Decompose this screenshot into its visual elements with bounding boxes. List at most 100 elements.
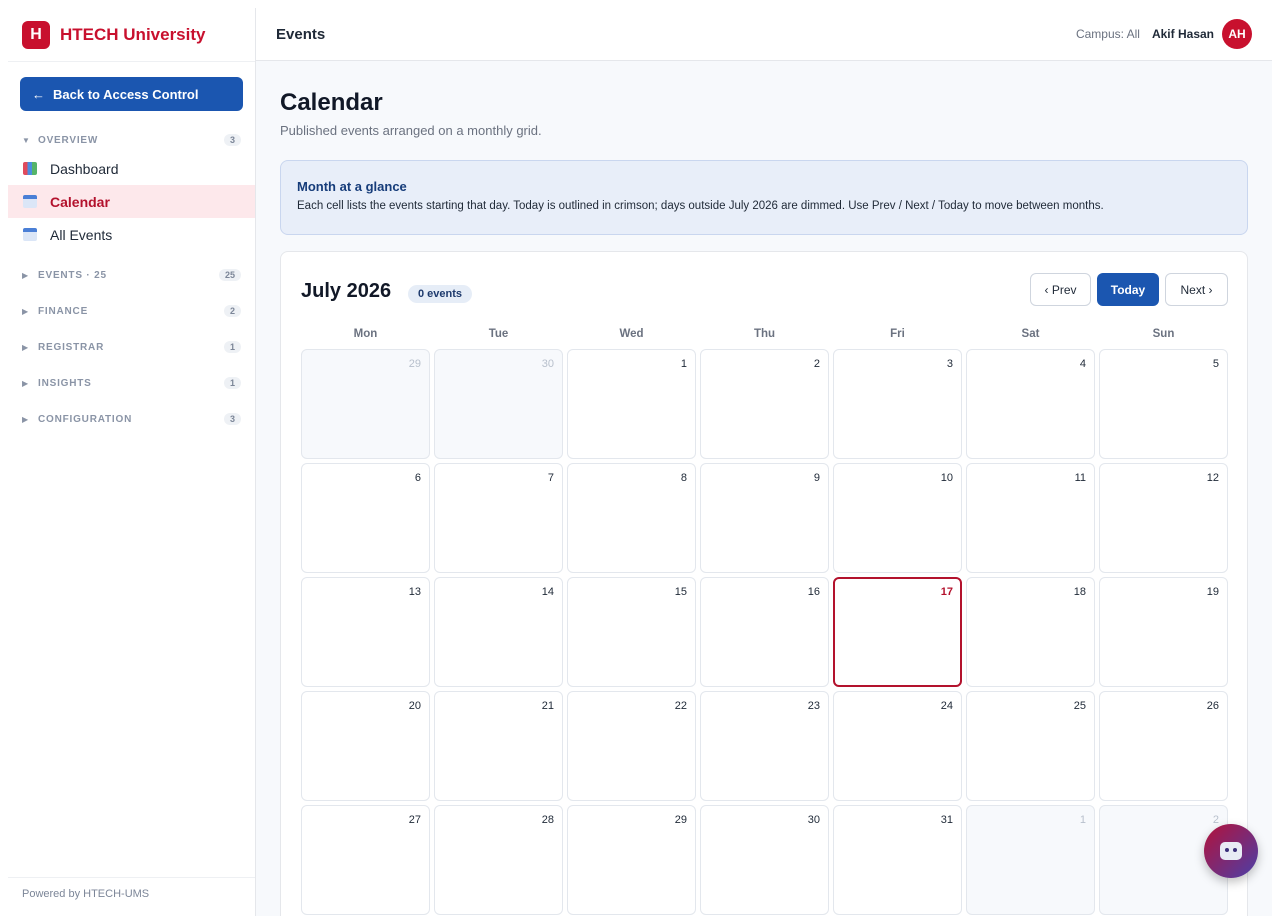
calendar-day[interactable]: 19 xyxy=(1099,577,1228,687)
day-number: 26 xyxy=(1206,700,1219,712)
day-number: 4 xyxy=(1079,358,1086,370)
calendar-day[interactable]: 25 xyxy=(966,691,1095,801)
calendar-day[interactable]: 27 xyxy=(301,805,430,915)
section-count: 1 xyxy=(223,377,241,389)
day-number: 16 xyxy=(807,586,820,598)
calendar-day[interactable]: 10 xyxy=(833,463,962,573)
day-number: 17 xyxy=(940,586,953,598)
calendar-day[interactable]: 8 xyxy=(567,463,696,573)
page-title: Calendar xyxy=(280,89,383,116)
brand[interactable]: H HTECH University xyxy=(8,8,255,62)
day-number: 3 xyxy=(946,358,953,370)
day-number: 22 xyxy=(674,700,687,712)
section-registrar[interactable]: ▶ REGISTRAR 1 xyxy=(8,335,255,359)
calendar-day[interactable]: 29 xyxy=(567,805,696,915)
back-button-label: Back to Access Control xyxy=(53,86,199,102)
calendar-day[interactable]: 6 xyxy=(301,463,430,573)
section-label: INSIGHTS xyxy=(38,377,92,389)
calendar-day[interactable]: 15 xyxy=(567,577,696,687)
next-month-button[interactable]: Next › xyxy=(1165,273,1228,306)
section-configuration[interactable]: ▶ CONFIGURATION 3 xyxy=(8,407,255,431)
weekday-header: Tue xyxy=(488,328,509,340)
calendar-day[interactable]: 13 xyxy=(301,577,430,687)
calendar-day[interactable]: 9 xyxy=(700,463,829,573)
day-number: 5 xyxy=(1212,358,1219,370)
calendar-day[interactable]: 26 xyxy=(1099,691,1228,801)
calendar-day[interactable]: 21 xyxy=(434,691,563,801)
calendar-day-today[interactable]: 17 xyxy=(833,577,962,687)
calendar-day[interactable]: 31 xyxy=(833,805,962,915)
section-overview[interactable]: ▼ OVERVIEW 3 xyxy=(8,128,255,152)
calendar-day[interactable]: 5 xyxy=(1099,349,1228,459)
day-number: 9 xyxy=(813,472,820,484)
day-number: 2 xyxy=(813,358,820,370)
day-number: 27 xyxy=(408,814,421,826)
calendar-day[interactable]: 4 xyxy=(966,349,1095,459)
day-number: 29 xyxy=(674,814,687,826)
calendar-card: July 2026 0 events ‹ Prev Today Next › M… xyxy=(280,251,1248,916)
section-label: OVERVIEW xyxy=(38,134,99,146)
calendar-day[interactable]: 28 xyxy=(434,805,563,915)
info-text: Each cell lists the events starting that… xyxy=(297,200,1104,212)
day-number: 23 xyxy=(807,700,820,712)
calendar-day[interactable]: 18 xyxy=(966,577,1095,687)
weekday-header: Wed xyxy=(619,328,644,340)
calendar-day[interactable]: 11 xyxy=(966,463,1095,573)
sidebar-nav: ▼ OVERVIEW 3 Dashboard Calendar All Even… xyxy=(8,128,255,431)
sidebar-item-label: Dashboard xyxy=(50,160,119,177)
arrow-left-icon: ← xyxy=(32,86,45,102)
campus-selector[interactable]: Campus: All xyxy=(1076,27,1140,41)
day-number: 12 xyxy=(1206,472,1219,484)
day-number: 29 xyxy=(408,358,421,370)
calendar-day[interactable]: 20 xyxy=(301,691,430,801)
sidebar-item-label: Calendar xyxy=(50,193,110,210)
day-number: 19 xyxy=(1206,586,1219,598)
day-number: 1 xyxy=(1079,814,1086,826)
section-events[interactable]: ▶ EVENTS · 25 25 xyxy=(8,263,255,287)
day-number: 21 xyxy=(541,700,554,712)
calendar-day[interactable]: 14 xyxy=(434,577,563,687)
weekday-header: Fri xyxy=(890,328,905,340)
calendar-day[interactable]: 16 xyxy=(700,577,829,687)
section-finance[interactable]: ▶ FINANCE 2 xyxy=(8,299,255,323)
calendar-day[interactable]: 1 xyxy=(567,349,696,459)
chart-icon xyxy=(23,162,37,175)
back-to-access-control-button[interactable]: ← Back to Access Control xyxy=(20,77,243,111)
section-label: REGISTRAR xyxy=(38,341,105,353)
topbar-title: Events xyxy=(276,25,326,43)
sidebar-item-dashboard[interactable]: Dashboard xyxy=(8,152,255,185)
day-number: 10 xyxy=(940,472,953,484)
calendar-day[interactable]: 29 xyxy=(301,349,430,459)
calendar-day[interactable]: 24 xyxy=(833,691,962,801)
calendar-day[interactable]: 23 xyxy=(700,691,829,801)
day-number: 8 xyxy=(680,472,687,484)
calendar-day[interactable]: 1 xyxy=(966,805,1095,915)
sidebar-item-calendar[interactable]: Calendar xyxy=(8,185,255,218)
day-number: 18 xyxy=(1073,586,1086,598)
calendar-day[interactable]: 12 xyxy=(1099,463,1228,573)
calendar-day[interactable]: 22 xyxy=(567,691,696,801)
today-button[interactable]: Today xyxy=(1097,273,1159,306)
calendar-day[interactable]: 30 xyxy=(434,349,563,459)
sidebar-item-all-events[interactable]: All Events xyxy=(8,218,255,251)
user-name[interactable]: Akif Hasan xyxy=(1152,27,1214,41)
calendar-day[interactable]: 7 xyxy=(434,463,563,573)
section-insights[interactable]: ▶ INSIGHTS 1 xyxy=(8,371,255,395)
main-content: Calendar Published events arranged on a … xyxy=(256,61,1272,916)
events-count-badge: 0 events xyxy=(408,285,473,303)
day-number: 13 xyxy=(408,586,421,598)
section-count: 2 xyxy=(223,305,241,317)
caret-right-icon: ▶ xyxy=(22,378,29,388)
avatar[interactable]: AH xyxy=(1222,19,1252,49)
weekday-header: Thu xyxy=(753,328,776,340)
sidebar: H HTECH University ← Back to Access Cont… xyxy=(8,8,256,916)
assistant-button[interactable] xyxy=(1204,824,1258,878)
caret-right-icon: ▶ xyxy=(22,342,29,352)
calendar-day[interactable]: 30 xyxy=(700,805,829,915)
calendar-day[interactable]: 2 xyxy=(700,349,829,459)
powered-by: Powered by HTECH-UMS xyxy=(8,877,255,916)
brand-logo-icon: H xyxy=(22,20,50,49)
info-title: Month at a glance xyxy=(297,179,407,194)
calendar-day[interactable]: 3 xyxy=(833,349,962,459)
prev-month-button[interactable]: ‹ Prev xyxy=(1030,273,1091,306)
